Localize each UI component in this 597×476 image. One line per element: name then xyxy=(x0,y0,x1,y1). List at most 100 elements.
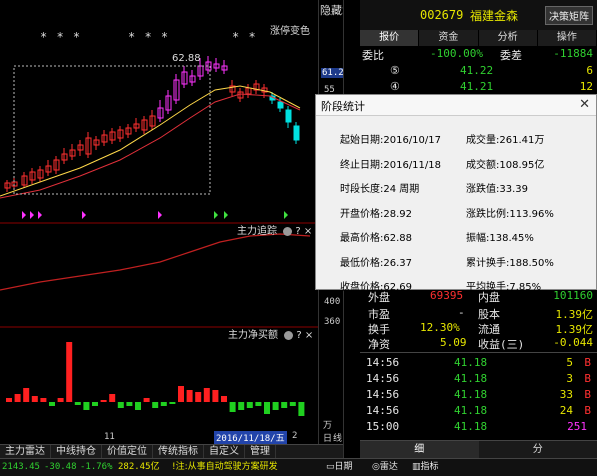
tab-midline[interactable]: 中线持仓 xyxy=(51,445,102,458)
tick-bs: B xyxy=(584,372,591,385)
close-icon[interactable]: × xyxy=(305,330,313,341)
sell-price: 41.22 xyxy=(460,64,494,77)
divider xyxy=(360,352,597,353)
indicator-tabs: 主力雷达 中线持仓 价值定位 传统指标 自定义 管理 xyxy=(0,444,343,458)
net-buy-bar xyxy=(135,402,141,410)
liutong-value: 1.39亿 xyxy=(555,323,594,336)
weicha-label: 委差 xyxy=(500,49,522,62)
radar-icon: ◎ xyxy=(372,462,380,472)
net-buy-bar xyxy=(195,392,202,402)
tick-row: 14:56 41.18 24 B xyxy=(360,404,597,420)
tab-quote[interactable]: 报价 xyxy=(360,30,420,46)
tick-price: 41.18 xyxy=(454,420,488,433)
net-buy-bar xyxy=(143,398,150,402)
tick-time: 14:56 xyxy=(366,388,400,401)
stat-right-2: 涨跌值:33.39 xyxy=(466,184,528,195)
tab-analysis[interactable]: 分析 xyxy=(478,30,538,46)
signal-arrow xyxy=(214,211,218,219)
gear-icon[interactable] xyxy=(284,330,294,340)
index-change: -30.48 xyxy=(44,462,77,472)
pe-value: - xyxy=(458,306,465,319)
net-buy-bar xyxy=(203,388,210,402)
net-buy-bar xyxy=(178,386,184,402)
stat-left-0: 起始日期:2016/10/17 xyxy=(340,135,442,146)
detail-tabs: 细 分 xyxy=(360,440,597,458)
net-buy-bar xyxy=(186,390,193,402)
tick-price: 41.18 xyxy=(454,372,488,385)
net-buy-bar xyxy=(117,402,124,408)
tick-bs: B xyxy=(584,388,591,401)
net-buy-bar xyxy=(66,342,73,402)
help-icon[interactable]: ? xyxy=(296,330,301,341)
x-axis-tick-right: 2 xyxy=(292,431,298,441)
high-price-label: 62.88 xyxy=(172,53,201,64)
stat-right-1: 成交额:108.95亿 xyxy=(466,159,545,171)
close-icon[interactable]: ✕ xyxy=(579,97,590,112)
weibi-value: -100.00% xyxy=(430,47,483,60)
panel-main-tracking-title[interactable]: 主力追踪 ? × xyxy=(237,222,312,237)
tick-price: 41.18 xyxy=(454,388,488,401)
net-buy-bar xyxy=(49,402,55,406)
tick-row: 14:56 41.18 33 B xyxy=(360,388,597,404)
tab-funds[interactable]: 资金 xyxy=(419,30,479,46)
status-bar: 2143.45 -30.48 -1.76% 282.45亿 !注:从事自动驾驶方… xyxy=(0,458,597,476)
net-buy-bar xyxy=(255,402,262,406)
tick-row: 15:00 41.18 251 xyxy=(360,420,597,436)
gear-icon[interactable] xyxy=(283,226,293,236)
panel-net-buy-label: 主力净买额 xyxy=(228,330,278,341)
net-buy-bar xyxy=(126,402,133,406)
tab-traditional[interactable]: 传统指标 xyxy=(153,445,204,458)
stat-left-1: 终止日期:2016/11/18 xyxy=(340,159,442,171)
close-icon[interactable]: × xyxy=(304,226,312,237)
stat-left-4: 最高价格:62.88 xyxy=(340,233,412,244)
status-indicator[interactable]: ▥指标 xyxy=(412,459,439,475)
guben-value: 1.39亿 xyxy=(555,308,594,321)
net-buy-bar xyxy=(229,402,236,412)
net-buy-bar xyxy=(264,402,270,414)
dialog-header: 阶段统计 ✕ xyxy=(316,95,596,116)
tab-manage[interactable]: 管理 xyxy=(245,445,276,458)
tick-time: 14:56 xyxy=(366,356,400,369)
tab-detail[interactable]: 细 xyxy=(360,441,479,458)
help-icon[interactable]: ? xyxy=(295,226,300,237)
status-radar[interactable]: ◎雷达 xyxy=(372,459,398,475)
tab-custom[interactable]: 自定义 xyxy=(204,445,245,458)
stat-left-6: 收盘价格:62.69 xyxy=(340,282,412,293)
stat-right-4: 振幅:138.45% xyxy=(466,233,534,244)
tick-price: 41.18 xyxy=(454,356,488,369)
kline-chart-area[interactable]: * * * * * * * * 62.88 涨停变色 主力追踪 ? × 主力净买… xyxy=(0,0,343,444)
tick-vol: 24 xyxy=(559,404,573,417)
net-buy-bar xyxy=(246,402,253,408)
tab-operate[interactable]: 操作 xyxy=(537,30,597,46)
y-axis-tick: 360 xyxy=(324,317,341,327)
net-buy-bar xyxy=(160,402,167,406)
turnover-value: 12.30% xyxy=(420,321,460,334)
net-buy-bar xyxy=(298,402,305,416)
net-buy-bar xyxy=(272,402,279,410)
panel-main-tracking-label: 主力追踪 xyxy=(237,226,277,237)
stars-3: * * xyxy=(232,30,257,44)
stars-1: * * * xyxy=(40,30,82,44)
period-day[interactable]: 日 xyxy=(323,431,332,444)
period-line[interactable]: 线 xyxy=(333,431,342,444)
net-buy-bar xyxy=(289,402,296,406)
pe-label: 市盈 xyxy=(368,308,390,321)
tick-vol: 5 xyxy=(566,356,573,369)
status-date[interactable]: ▭日期 xyxy=(326,459,353,475)
net-buy-bar xyxy=(238,402,245,410)
tab-radar[interactable]: 主力雷达 xyxy=(0,445,51,458)
waipan-value: 69395 xyxy=(430,289,464,302)
tick-bs: B xyxy=(584,356,591,369)
legend-label: 涨停变色 xyxy=(270,26,310,37)
candle-body xyxy=(277,101,284,109)
eps-value: -0.044 xyxy=(553,336,593,349)
tab-minute[interactable]: 分 xyxy=(479,441,597,458)
news-ticker[interactable]: !注:从事自动驾驶方案研发 xyxy=(172,459,278,475)
indicator-icon: ▥ xyxy=(412,462,421,472)
net-buy-bar xyxy=(40,398,47,402)
quote-tabs: 报价 资金 分析 操作 xyxy=(360,30,597,46)
tab-value[interactable]: 价值定位 xyxy=(102,445,153,458)
cursor-date: 2016/11/18/五 xyxy=(214,431,287,444)
panel-net-buy-title[interactable]: 主力净买额 ? × xyxy=(228,326,313,341)
decision-matrix-button[interactable]: 决策矩阵 xyxy=(545,6,593,25)
